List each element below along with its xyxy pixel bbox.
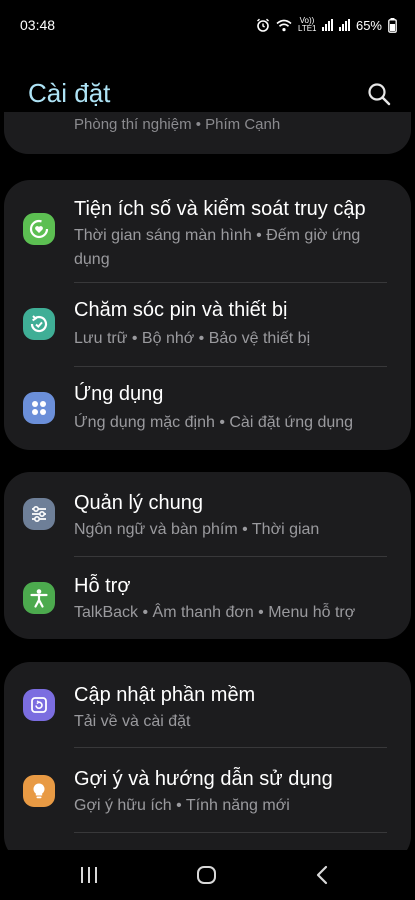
advanced-features-subtitle: Phòng thí nghiệm • Phím Cạnh: [74, 116, 281, 133]
item-subtitle: Gợi ý hữu ích • Tính năng mới: [74, 797, 290, 814]
settings-group-1: Tiện ích số và kiểm soát truy cập Thời g…: [4, 180, 411, 450]
wifi-icon: [276, 19, 292, 31]
general-management-icon: [23, 498, 55, 530]
apps-icon: [23, 392, 55, 424]
settings-group-3: Cập nhật phần mềm Tải về và cài đặt Gợi …: [4, 662, 411, 862]
accessibility-item[interactable]: Hỗ trợ TalkBack • Âm thanh đơn • Menu hỗ…: [4, 557, 411, 639]
item-subtitle: Thời gian sáng màn hình • Đếm giờ ứng dụ…: [74, 227, 361, 268]
status-icons: Vo)) LTE1 65%: [256, 17, 397, 33]
page-title: Cài đặt: [28, 78, 111, 108]
item-subtitle: Ngôn ngữ và bàn phím • Thời gian: [74, 521, 320, 538]
item-subtitle: Lưu trữ • Bộ nhớ • Bảo vệ thiết bị: [74, 330, 311, 347]
divider: [74, 832, 387, 833]
item-title: Tiện ích số và kiểm soát truy cập: [74, 198, 366, 220]
item-subtitle: TalkBack • Âm thanh đơn • Menu hỗ trợ: [74, 604, 356, 621]
item-title: Quản lý chung: [74, 492, 203, 514]
status-bar: 03:48 Vo)) LTE1 65%: [0, 0, 415, 50]
search-button[interactable]: [365, 80, 393, 108]
item-subtitle: Ứng dụng mặc định • Cài đặt ứng dụng: [74, 414, 354, 431]
recents-icon: [81, 867, 97, 883]
home-icon: [197, 866, 216, 884]
tips-icon: [23, 775, 55, 807]
item-subtitle: Tải về và cài đặt: [74, 713, 191, 730]
software-update-item[interactable]: Cập nhật phần mềm Tải về và cài đặt: [4, 662, 411, 747]
home-button[interactable]: [194, 862, 220, 888]
status-time: 03:48: [20, 17, 56, 33]
device-care-item[interactable]: Chăm sóc pin và thiết bị Lưu trữ • Bộ nh…: [4, 283, 411, 366]
sliders-icon: [32, 505, 46, 523]
accessibility-icon: [23, 582, 55, 614]
alarm-icon: [257, 18, 269, 32]
apps-item[interactable]: Ứng dụng Ứng dụng mặc định • Cài đặt ứng…: [4, 367, 411, 450]
device-care-icon: [23, 308, 55, 340]
grid-dots-icon: [32, 401, 46, 415]
person-icon: [30, 589, 48, 608]
back-button[interactable]: [310, 862, 336, 888]
back-icon: [316, 865, 328, 885]
general-management-item[interactable]: Quản lý chung Ngôn ngữ và bàn phím • Thờ…: [4, 472, 411, 556]
recents-button[interactable]: [76, 862, 102, 888]
item-title: Gợi ý và hướng dẫn sử dụng: [74, 768, 333, 790]
item-title: Chăm sóc pin và thiết bị: [74, 299, 288, 321]
navigation-bar: [0, 850, 415, 900]
digital-wellbeing-item[interactable]: Tiện ích số và kiểm soát truy cập Thời g…: [4, 180, 411, 282]
battery-icon: [388, 17, 397, 33]
battery-percent: 65%: [355, 17, 382, 33]
refresh-circle-icon: [30, 315, 48, 333]
item-title: Cập nhật phần mềm: [74, 684, 256, 706]
signal-icon: [321, 19, 333, 31]
digital-wellbeing-icon: [23, 213, 55, 245]
settings-group-2: Quản lý chung Ngôn ngữ và bàn phím • Thờ…: [4, 472, 411, 639]
update-refresh-icon: [31, 697, 47, 713]
software-update-icon: [23, 689, 55, 721]
tips-item[interactable]: Gợi ý và hướng dẫn sử dụng Gợi ý hữu ích…: [4, 748, 411, 832]
signal-icon-2: [338, 19, 350, 31]
search-icon: [368, 83, 391, 106]
heart-circle-icon: [29, 219, 49, 239]
item-title: Ứng dụng: [74, 383, 164, 405]
item-title: Hỗ trợ: [74, 575, 131, 597]
partial-settings-card[interactable]: Phòng thí nghiệm • Phím Cạnh: [4, 112, 411, 154]
lightbulb-icon: [33, 783, 45, 799]
network-label: Vo)) LTE1: [297, 16, 317, 33]
